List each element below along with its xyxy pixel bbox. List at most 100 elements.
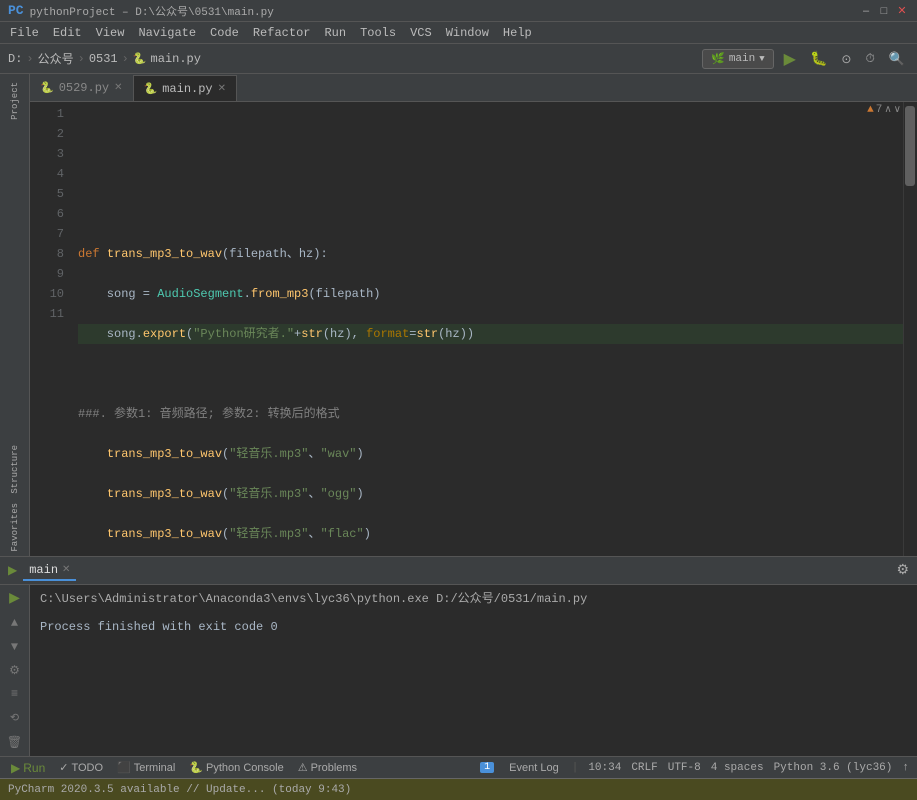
status-bar: ▶ Run ✓ TODO ⬛ Terminal 🐍 Python Console… [0, 756, 917, 778]
status-python-console-button[interactable]: 🐍 Python Console [186, 760, 286, 775]
menu-edit[interactable]: Edit [47, 24, 88, 42]
status-python-version[interactable]: Python 3.6 (lyc36) [774, 762, 893, 774]
menu-run[interactable]: Run [318, 24, 352, 42]
menu-bar: File Edit View Navigate Code Refactor Ru… [0, 22, 917, 44]
run-tab-main[interactable]: main ✕ [23, 561, 76, 581]
run-output[interactable]: C:\Users\Administrator\Anaconda3\envs\ly… [30, 585, 917, 756]
run-settings-icon[interactable]: ⚙ [896, 562, 909, 579]
tab-main[interactable]: 🐍 main.py ✕ [134, 75, 238, 101]
menu-view[interactable]: View [90, 24, 131, 42]
warning-badge[interactable]: ▲ 7 ∧ ∨ [867, 104, 901, 116]
update-text[interactable]: PyCharm 2020.3.5 available // Update... … [8, 784, 351, 796]
toolbar: D: › 公众号 › 0531 › 🐍 main.py 🌿 main ▼ ▶ 🐛… [0, 44, 917, 74]
run-wrap-icon[interactable]: ⟲ [4, 708, 26, 728]
run-panel-body: ▶ ▲ ▼ ⚙ ≡ ⟲ 🗑 C:\Users\Administrator\Ana… [0, 585, 917, 756]
status-problems-label: Problems [311, 762, 357, 774]
sidebar-project-icon[interactable]: Project [8, 78, 22, 124]
run-scroll-down-icon[interactable]: ▼ [4, 637, 26, 657]
profile-button[interactable]: ⏱ [861, 49, 878, 68]
menu-refactor[interactable]: Refactor [247, 24, 317, 42]
status-problems-button[interactable]: ⚠ Problems [295, 760, 360, 775]
breadcrumb-wx[interactable]: 公众号 [38, 50, 74, 67]
tab-main-label: main.py [162, 82, 212, 96]
minimap [903, 102, 917, 556]
code-editor[interactable]: 1 2 3 4 5 6 7 8 9 10 11 def trans_mp3_to… [30, 102, 917, 556]
code-line-1 [78, 124, 903, 144]
code-line-5: song = AudioSegment.from_mp3(filepath) [78, 284, 903, 304]
breadcrumb-0531[interactable]: 0531 [89, 52, 118, 66]
tab-0529-close[interactable]: ✕ [114, 82, 122, 94]
code-line-4: def trans_mp3_to_wav(filepath、hz): [78, 244, 903, 264]
run-play-icon[interactable]: ▶ [4, 589, 26, 609]
code-line-10: trans_mp3_to_wav("轻音乐.mp3"、"ogg") [78, 484, 903, 504]
breadcrumb-d[interactable]: D: [8, 52, 22, 66]
run-settings2-icon[interactable]: ⚙ [4, 661, 26, 681]
run-scroll-up-icon[interactable]: ▲ [4, 613, 26, 633]
debug-button[interactable]: 🐛 [806, 48, 831, 69]
event-log-button[interactable]: Event Log [506, 761, 562, 775]
warning-triangle-icon: ▲ [867, 104, 874, 116]
app-icon: PC [8, 3, 24, 18]
status-left: ▶ Run ✓ TODO ⬛ Terminal 🐍 Python Console… [8, 760, 360, 776]
warning-chevron-up[interactable]: ∧ [884, 104, 891, 116]
menu-file[interactable]: File [4, 24, 45, 42]
run-panel: ▶ main ✕ ⚙ ▶ ▲ ▼ ⚙ ≡ ⟲ 🗑 C:\Users\Admini… [0, 556, 917, 756]
code-line-9: trans_mp3_to_wav("轻音乐.mp3"、"wav") [78, 444, 903, 464]
toolbar-right: 🌿 main ▼ ▶ 🐛 ⊙ ⏱ 🔍 [702, 47, 909, 71]
branch-name: main [729, 53, 755, 65]
menu-help[interactable]: Help [497, 24, 538, 42]
run-filter-icon[interactable]: ≡ [4, 684, 26, 704]
status-run-button[interactable]: ▶ Run [8, 760, 48, 776]
status-indent[interactable]: 4 spaces [711, 762, 764, 774]
breadcrumb: D: › 公众号 › 0531 › 🐍 main.py [8, 50, 201, 67]
todo-check-icon: ✓ [59, 761, 68, 774]
title-bar-controls: – □ ✕ [859, 4, 909, 18]
sidebar-favorites-icon[interactable]: Favorites [8, 499, 22, 556]
status-python-console-label: Python Console [206, 762, 284, 774]
tab-0529[interactable]: 🐍 0529.py ✕ [30, 75, 134, 101]
run-tab-bar: ▶ main ✕ ⚙ [0, 557, 917, 585]
search-button[interactable]: 🔍 [885, 49, 909, 69]
run-tab-close[interactable]: ✕ [62, 564, 70, 576]
branch-selector[interactable]: 🌿 main ▼ [702, 49, 774, 69]
problems-icon: ⚠ [298, 761, 308, 774]
menu-vcs[interactable]: VCS [404, 24, 438, 42]
status-encoding[interactable]: UTF-8 [668, 762, 701, 774]
status-run-label: Run [23, 761, 45, 775]
status-git-icon[interactable]: ↑ [902, 762, 909, 774]
line-numbers: 1 2 3 4 5 6 7 8 9 10 11 [30, 102, 70, 556]
breadcrumb-sep2: › [78, 52, 85, 66]
menu-code[interactable]: Code [204, 24, 245, 42]
coverage-button[interactable]: ⊙ [837, 50, 855, 68]
warning-chevron-down[interactable]: ∨ [894, 104, 901, 116]
run-trash-icon[interactable]: 🗑 [4, 732, 26, 752]
sep1: | [572, 762, 579, 774]
breadcrumb-sep3: › [122, 52, 129, 66]
menu-tools[interactable]: Tools [354, 24, 402, 42]
status-terminal-button[interactable]: ⬛ Terminal [114, 760, 178, 775]
code-content[interactable]: def trans_mp3_to_wav(filepath、hz): song … [70, 102, 903, 556]
event-log-label: Event Log [509, 762, 559, 774]
tab-main-close[interactable]: ✕ [218, 83, 226, 95]
sidebar-structure-icon[interactable]: Structure [8, 441, 22, 498]
minimize-button[interactable]: – [859, 4, 873, 18]
tab-main-icon: 🐍 [144, 82, 158, 96]
tab-bar: 🐍 0529.py ✕ 🐍 main.py ✕ [30, 74, 917, 102]
python-console-icon: 🐍 [189, 761, 203, 774]
run-command-line: C:\Users\Administrator\Anaconda3\envs\ly… [40, 589, 907, 609]
status-line-ending[interactable]: CRLF [631, 762, 657, 774]
status-todo-button[interactable]: ✓ TODO [56, 760, 106, 775]
breadcrumb-file[interactable]: main.py [151, 52, 201, 66]
branch-dropdown-icon: ▼ [759, 54, 764, 64]
menu-window[interactable]: Window [440, 24, 495, 42]
menu-navigate[interactable]: Navigate [132, 24, 202, 42]
run-tab-left: ▶ main ✕ [8, 561, 76, 581]
scroll-indicator[interactable] [905, 106, 915, 186]
status-time: 10:34 [588, 762, 621, 774]
code-line-8: ###. 参数1: 音频路径; 参数2: 转换后的格式 [78, 404, 903, 424]
breadcrumb-sep1: › [26, 52, 33, 66]
run-tab-label: main [29, 563, 58, 577]
maximize-button[interactable]: □ [877, 4, 891, 18]
run-button[interactable]: ▶ [780, 47, 800, 71]
close-button[interactable]: ✕ [895, 4, 909, 18]
